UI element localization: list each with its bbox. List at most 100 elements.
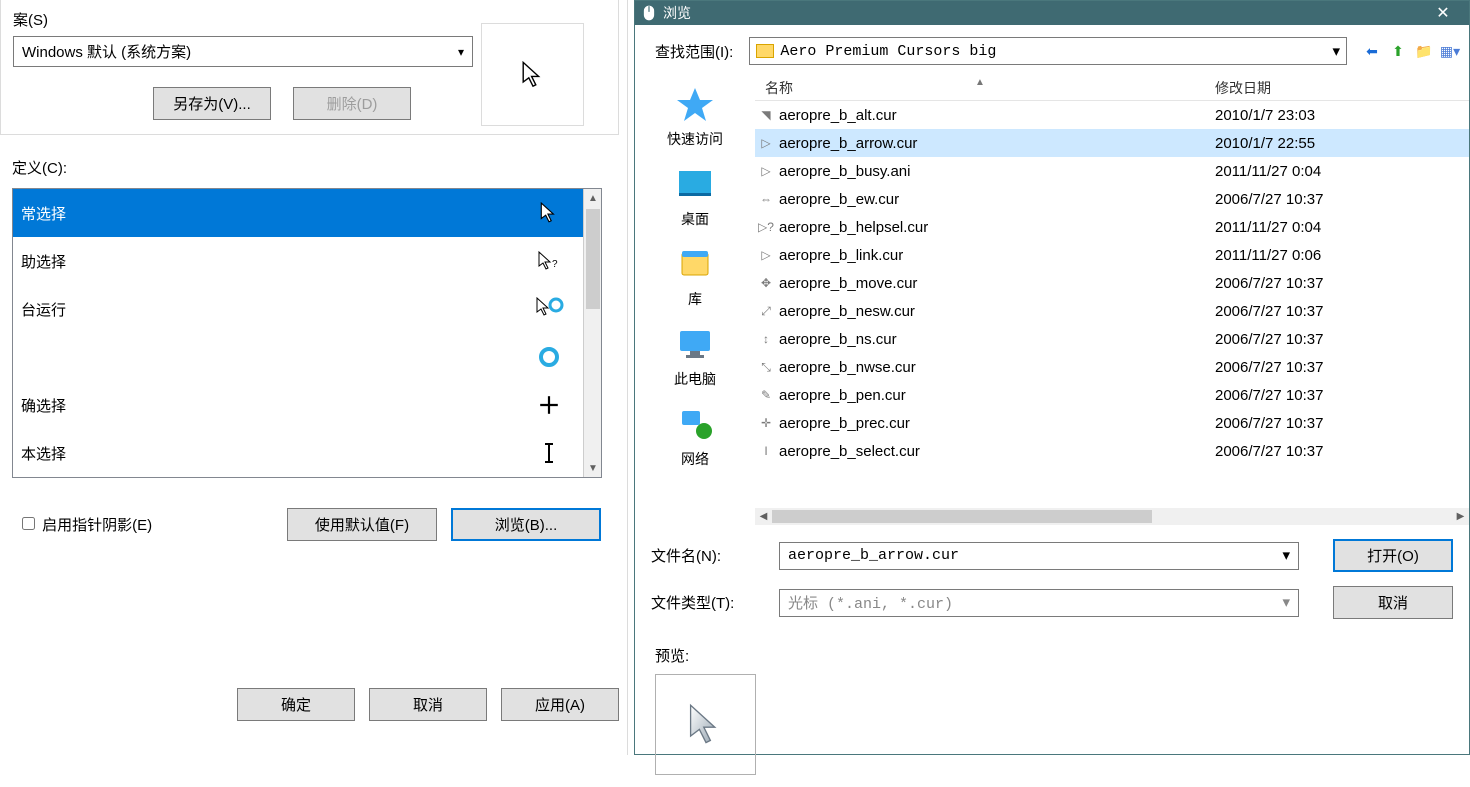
file-row[interactable]: ✛aeropre_b_prec.cur2006/7/27 10:37: [755, 409, 1469, 437]
cursor-list-item[interactable]: 确选择: [13, 381, 583, 429]
cancel-file-button[interactable]: 取消: [1333, 586, 1453, 619]
places-item-pc[interactable]: 此电脑: [635, 323, 755, 389]
file-row[interactable]: ▷aeropre_b_arrow.cur2010/1/7 22:55: [755, 129, 1469, 157]
preview-section: 预览:: [635, 633, 1469, 787]
use-default-button[interactable]: 使用默认值(F): [287, 508, 437, 541]
scheme-group: 案(S) Windows 默认 (系统方案) ▾ 另存为(V)... 删除(D): [0, 0, 619, 135]
file-row[interactable]: ⇔aeropre_b_ew.cur2006/7/27 10:37: [755, 185, 1469, 213]
file-name: aeropre_b_pen.cur: [777, 387, 1215, 404]
file-row[interactable]: Iaeropre_b_select.cur2006/7/27 10:37: [755, 437, 1469, 465]
horizontal-scrollbar[interactable]: ◀ ▶: [755, 508, 1469, 525]
places-item-star[interactable]: 快速访问: [635, 83, 755, 149]
open-button[interactable]: 打开(O): [1333, 539, 1453, 572]
file-date: 2006/7/27 10:37: [1215, 387, 1323, 404]
file-row[interactable]: ▷aeropre_b_link.cur2011/11/27 0:06: [755, 241, 1469, 269]
cursor-list-item[interactable]: 台运行: [13, 285, 583, 333]
close-button[interactable]: ✕: [1423, 1, 1463, 25]
file-icon: ✛: [755, 416, 777, 430]
cursor-icon: [533, 197, 565, 229]
places-item-desktop[interactable]: 桌面: [635, 163, 755, 229]
file-date: 2006/7/27 10:37: [1215, 191, 1323, 208]
file-icon: I: [755, 444, 777, 458]
delete-button[interactable]: 删除(D): [293, 87, 411, 120]
sort-indicator-icon: ▲: [975, 77, 985, 88]
file-row[interactable]: ◥aeropre_b_alt.cur2010/1/7 23:03: [755, 101, 1469, 129]
column-date[interactable]: 修改日期: [1215, 78, 1271, 98]
back-icon[interactable]: ⬅: [1363, 42, 1381, 60]
scheme-combo[interactable]: Windows 默认 (系统方案) ▾: [13, 36, 473, 67]
custom-group: 定义(C): 常选择助选择?台运行确选择本选择 ▲ ▼ 启用指针阴影(E) 使用…: [0, 147, 619, 555]
file-row[interactable]: ⤢aeropre_b_nesw.cur2006/7/27 10:37: [755, 297, 1469, 325]
file-name: aeropre_b_busy.ani: [777, 163, 1215, 180]
cursor-list-item[interactable]: [13, 333, 583, 381]
scroll-down-icon[interactable]: ▼: [584, 459, 602, 477]
file-row[interactable]: ▷?aeropre_b_helpsel.cur2011/11/27 0:04: [755, 213, 1469, 241]
file-date: 2010/1/7 23:03: [1215, 107, 1315, 124]
filename-combo[interactable]: aeropre_b_arrow.cur ▾: [779, 542, 1299, 570]
hscroll-thumb[interactable]: [772, 510, 1152, 523]
places-item-library[interactable]: 库: [635, 243, 755, 309]
file-name: aeropre_b_ns.cur: [777, 331, 1215, 348]
list-header[interactable]: 名称 ▲ 修改日期: [755, 75, 1469, 101]
chevron-down-icon: ▾: [1282, 593, 1290, 612]
scroll-right-icon[interactable]: ▶: [1452, 508, 1469, 525]
filetype-combo[interactable]: 光标 (*.ani, *.cur) ▾: [779, 589, 1299, 617]
file-row[interactable]: ✥aeropre_b_move.cur2006/7/27 10:37: [755, 269, 1469, 297]
lookin-row: 查找范围(I): Aero Premium Cursors big ▾ ⬅ ⬆ …: [635, 25, 1469, 75]
up-icon[interactable]: ⬆: [1389, 42, 1407, 60]
cursor-list[interactable]: 常选择助选择?台运行确选择本选择 ▲ ▼: [12, 188, 602, 478]
scroll-thumb[interactable]: [586, 209, 600, 309]
file-row[interactable]: ✎aeropre_b_pen.cur2006/7/27 10:37: [755, 381, 1469, 409]
ok-button[interactable]: 确定: [237, 688, 355, 721]
cursor-label: 常选择: [21, 203, 533, 224]
file-icon: ✎: [755, 388, 777, 402]
file-date: 2011/11/27 0:06: [1215, 247, 1321, 264]
preview-box: [655, 674, 756, 775]
filename-label: 文件名(N):: [651, 545, 761, 566]
file-date: 2006/7/27 10:37: [1215, 275, 1323, 292]
titlebar[interactable]: 浏览 ✕: [635, 1, 1469, 25]
mouse-icon: [641, 5, 657, 21]
arrow-cursor-icon: [519, 61, 547, 89]
filetype-label: 文件类型(T):: [651, 592, 761, 613]
lookin-combo[interactable]: Aero Premium Cursors big ▾: [749, 37, 1347, 65]
file-name: aeropre_b_move.cur: [777, 275, 1215, 292]
scroll-up-icon[interactable]: ▲: [584, 189, 602, 207]
apply-button[interactable]: 应用(A): [501, 688, 619, 721]
cursor-list-item[interactable]: 助选择?: [13, 237, 583, 285]
cursor-icon: [533, 341, 565, 373]
scroll-left-icon[interactable]: ◀: [755, 508, 772, 525]
folder-icon: [756, 44, 774, 58]
cancel-button[interactable]: 取消: [369, 688, 487, 721]
file-icon: ↕: [755, 332, 777, 346]
file-name: aeropre_b_nwse.cur: [777, 359, 1215, 376]
cursor-preview: [481, 23, 584, 126]
browse-button[interactable]: 浏览(B)...: [451, 508, 601, 541]
column-name[interactable]: 名称: [755, 78, 1215, 98]
nav-toolbar: ⬅ ⬆ 📁 ▦▾: [1363, 42, 1459, 60]
lookin-label: 查找范围(I):: [655, 41, 733, 62]
cursor-list-item[interactable]: 本选择: [13, 429, 583, 477]
desktop-icon: [674, 163, 716, 205]
file-icon: ⤢: [755, 304, 777, 319]
file-fields: 文件名(N): aeropre_b_arrow.cur ▾ 打开(O) 文件类型…: [635, 525, 1469, 619]
scrollbar[interactable]: ▲ ▼: [583, 189, 601, 477]
view-menu-icon[interactable]: ▦▾: [1441, 42, 1459, 60]
scheme-combo-value: Windows 默认 (系统方案): [22, 41, 191, 62]
file-row[interactable]: ▷aeropre_b_busy.ani2011/11/27 0:04: [755, 157, 1469, 185]
file-row[interactable]: ↕aeropre_b_ns.cur2006/7/27 10:37: [755, 325, 1469, 353]
file-date: 2011/11/27 0:04: [1215, 219, 1321, 236]
file-icon: ▷: [755, 248, 777, 262]
save-as-button[interactable]: 另存为(V)...: [153, 87, 271, 120]
place-label: 库: [688, 289, 702, 309]
file-icon: ⤡: [755, 360, 777, 375]
new-folder-icon[interactable]: 📁: [1415, 42, 1433, 60]
file-name: aeropre_b_alt.cur: [777, 107, 1215, 124]
shadow-checkbox[interactable]: [22, 517, 35, 530]
places-item-network[interactable]: 网络: [635, 403, 755, 469]
file-row[interactable]: ⤡aeropre_b_nwse.cur2006/7/27 10:37: [755, 353, 1469, 381]
file-name: aeropre_b_select.cur: [777, 443, 1215, 460]
browse-dialog: 浏览 ✕ 查找范围(I): Aero Premium Cursors big ▾…: [634, 0, 1470, 755]
cursor-list-item[interactable]: 常选择: [13, 189, 583, 237]
shadow-checkbox-label[interactable]: 启用指针阴影(E): [18, 514, 152, 535]
